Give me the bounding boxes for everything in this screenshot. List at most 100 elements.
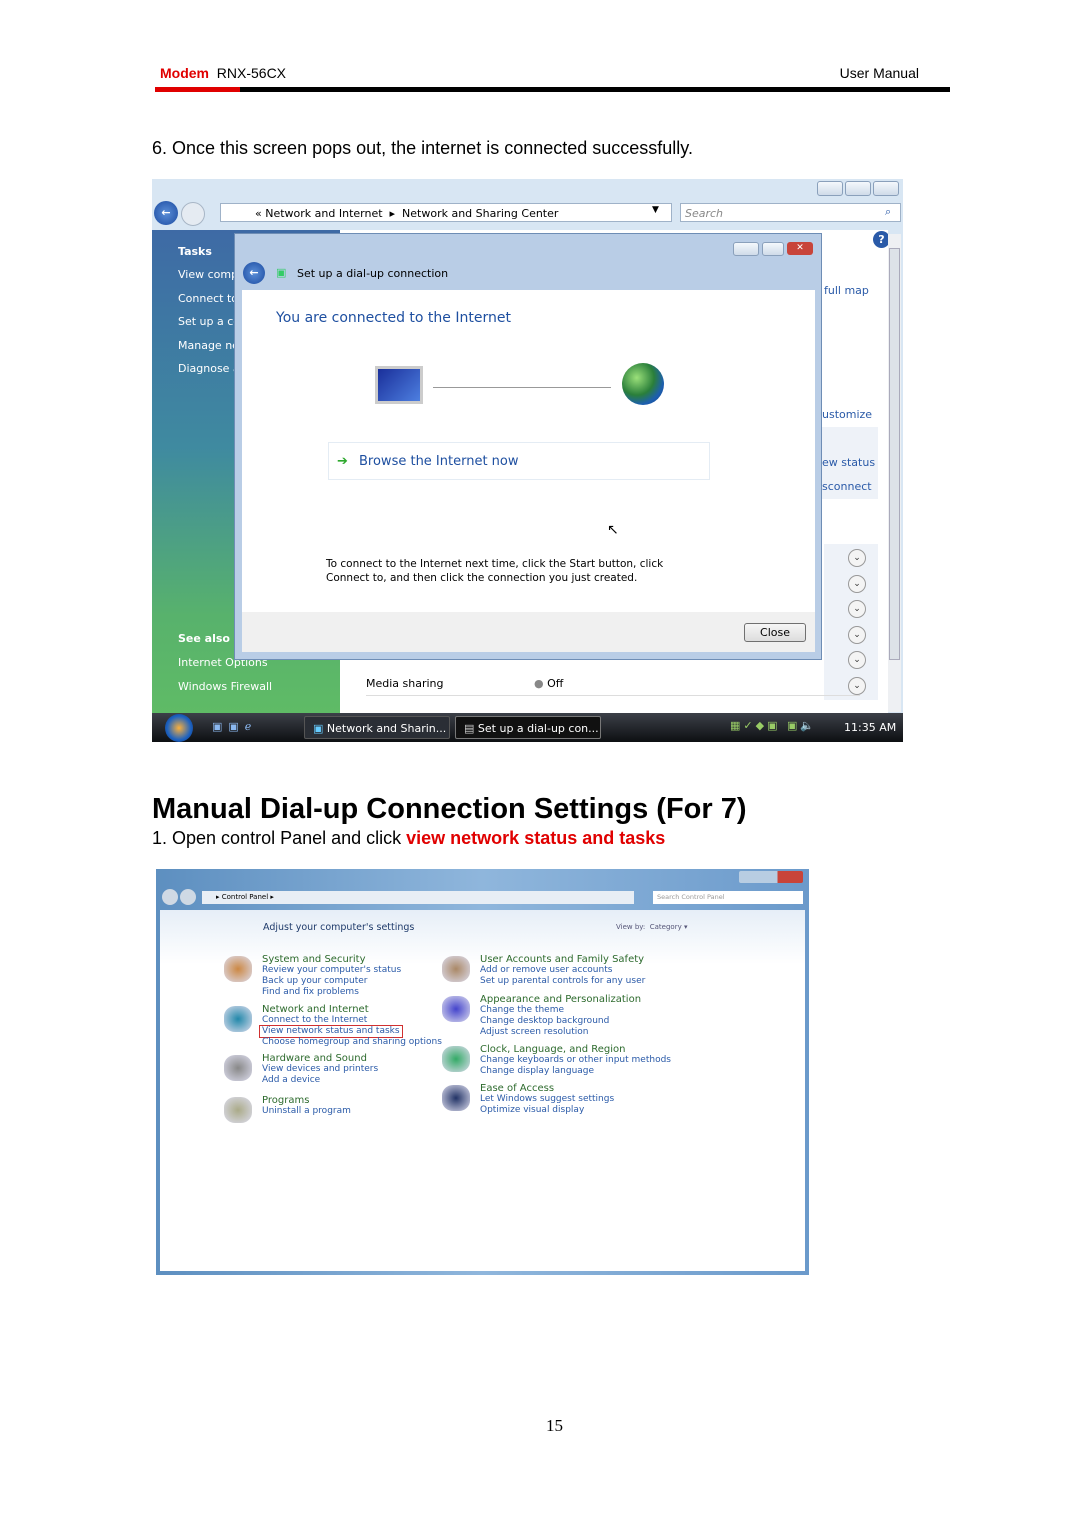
expand-buttons: ⌄ ⌄ ⌄ ⌄ ⌄ ⌄ [848, 549, 866, 695]
dialog-close-x-button[interactable]: ✕ [787, 242, 813, 255]
category-link[interactable]: Choose homegroup and sharing options [262, 1037, 442, 1048]
link-full-map[interactable]: full map [824, 284, 869, 297]
category-title[interactable]: Appearance and Personalization [480, 994, 641, 1005]
dialog-setup-dialup: ✕ ← ▣ Set up a dial-up connection You ar… [234, 233, 822, 660]
dialog-title: Set up a dial-up connection [297, 267, 449, 280]
network-icon: ▣ [276, 266, 287, 279]
category-link[interactable]: Review your computer's status [262, 965, 401, 976]
window-controls [817, 181, 899, 196]
dropdown-icon[interactable]: ▼ [652, 205, 659, 215]
divider [366, 695, 860, 696]
category-link[interactable]: Change display language [480, 1066, 671, 1077]
category-link[interactable]: Find and fix problems [262, 987, 401, 998]
link-disconnect[interactable]: sconnect [822, 480, 872, 493]
category-title[interactable]: Hardware and Sound [262, 1053, 378, 1064]
category-link[interactable]: Change desktop background [480, 1016, 641, 1027]
category-link[interactable]: Add or remove user accounts [480, 965, 645, 976]
page-number: 15 [546, 1416, 563, 1435]
dialog-minimize-button[interactable] [733, 242, 759, 256]
chevron-down-icon[interactable]: ⌄ [848, 651, 866, 669]
view-by-label: View by: [616, 923, 646, 931]
view-by[interactable]: View by: Category ▾ [616, 923, 687, 931]
category-link[interactable]: Change the theme [480, 1005, 641, 1016]
category-title[interactable]: Clock, Language, and Region [480, 1044, 671, 1055]
category-link[interactable]: Change keyboards or other input methods [480, 1055, 671, 1066]
category-link[interactable]: Uninstall a program [262, 1106, 351, 1117]
link-view-status[interactable]: ew status [822, 456, 875, 469]
category-link[interactable]: View network status and tasks [259, 1025, 403, 1038]
category-link[interactable]: Add a device [262, 1075, 378, 1086]
taskbar-item-network[interactable]: ▣ Network and Sharin... [304, 716, 450, 739]
category-link[interactable]: Connect to the Internet [262, 1015, 442, 1026]
sidebar-link-windows-firewall[interactable]: Windows Firewall [178, 680, 272, 704]
forward-icon[interactable] [180, 889, 196, 905]
scrollbar-thumb[interactable] [889, 248, 900, 660]
category-title[interactable]: Programs [262, 1095, 351, 1106]
category-icon [224, 956, 252, 982]
section-title: Manual Dial-up Connection Settings (For … [152, 793, 747, 825]
start-button[interactable] [165, 714, 193, 742]
step-6-text: 6. Once this screen pops out, the intern… [152, 138, 693, 158]
chevron-down-icon[interactable]: ⌄ [848, 625, 866, 644]
brand: Modem [160, 65, 209, 81]
tray-icons[interactable]: ▦✓◆▣ ▣🔈 [730, 719, 817, 732]
step-1-text: 1. Open control Panel and click view net… [152, 828, 665, 849]
address-bar[interactable]: ▸ Control Panel ▸ [202, 891, 634, 904]
category-title[interactable]: Network and Internet [262, 1004, 442, 1015]
cp-category: Appearance and Personalization Change the… [442, 994, 641, 1038]
close-window-button[interactable] [873, 181, 899, 196]
forward-icon[interactable] [181, 202, 205, 226]
arrow-right-icon: ➔ [337, 454, 348, 469]
category-link[interactable]: Let Windows suggest settings [480, 1094, 614, 1105]
status-dot-icon: ● [534, 677, 544, 690]
category-link[interactable]: Back up your computer [262, 976, 401, 987]
category-link[interactable]: Optimize visual display [480, 1105, 614, 1116]
taskbar-label: Network and Sharin... [326, 722, 447, 735]
category-title[interactable]: Ease of Access [480, 1083, 614, 1094]
view-by-value[interactable]: Category [650, 923, 682, 931]
globe-icon [622, 363, 664, 405]
quick-launch-icons[interactable]: ▣▣ℯ [212, 720, 257, 733]
category-link[interactable]: Adjust screen resolution [480, 1027, 641, 1038]
cp-category: Hardware and Sound View devices and print… [224, 1053, 378, 1086]
category-title[interactable]: User Accounts and Family Safety [480, 954, 645, 965]
dialog-body: You are connected to the Internet ➔ Brows… [242, 290, 815, 612]
search-input[interactable]: Search Control Panel [653, 891, 803, 904]
restore-button[interactable] [845, 181, 871, 196]
breadcrumb-item[interactable]: Network and Internet [265, 207, 382, 220]
doc-header-right: User Manual [839, 65, 919, 81]
screenshot-win7: ▸ Control Panel ▸ Search Control Panel A… [156, 869, 809, 1275]
category-icon [442, 1046, 470, 1072]
dialog-footer: Close [242, 612, 815, 652]
dialog-back-icon[interactable]: ← [243, 262, 265, 284]
browse-internet-link[interactable]: ➔ Browse the Internet now [328, 442, 710, 480]
link-customize[interactable]: ustomize [822, 408, 872, 421]
connection-line [433, 387, 611, 388]
scrollbar[interactable] [888, 234, 901, 712]
search-input[interactable]: Search [680, 203, 901, 222]
window-controls[interactable] [739, 871, 803, 883]
category-title[interactable]: System and Security [262, 954, 401, 965]
clock[interactable]: 11:35 AM [844, 721, 896, 734]
chevron-down-icon[interactable]: ⌄ [848, 676, 866, 695]
category-link[interactable]: View devices and printers [262, 1064, 378, 1075]
chevron-down-icon[interactable]: ⌄ [848, 574, 866, 593]
breadcrumb-item[interactable]: Network and Sharing Center [402, 207, 558, 220]
category-link[interactable]: Set up parental controls for any user [480, 976, 645, 987]
search-icon[interactable]: ⌕ [885, 205, 891, 219]
cp-category: Programs Uninstall a program [224, 1095, 351, 1123]
chevron-down-icon[interactable]: ⌄ [848, 549, 866, 567]
dialog-maximize-button[interactable] [762, 242, 784, 256]
taskbar-item-dialup[interactable]: ▤ Set up a dial-up con... [455, 716, 601, 739]
header-rule [155, 87, 950, 92]
back-icon[interactable]: ← [154, 201, 178, 225]
minimize-button[interactable] [817, 181, 843, 196]
breadcrumb-item[interactable]: Control Panel [222, 893, 268, 901]
back-icon[interactable] [162, 889, 178, 905]
window-icon: ▤ [464, 722, 475, 735]
step-1-highlight: view network status and tasks [406, 828, 666, 848]
chevron-down-icon[interactable]: ⌄ [848, 600, 866, 618]
control-panel-content: Adjust your computer's settings View by:… [160, 910, 805, 1271]
close-button[interactable]: Close [744, 623, 806, 642]
address-bar[interactable]: « Network and Internet ▸ Network and Sha… [220, 203, 672, 222]
